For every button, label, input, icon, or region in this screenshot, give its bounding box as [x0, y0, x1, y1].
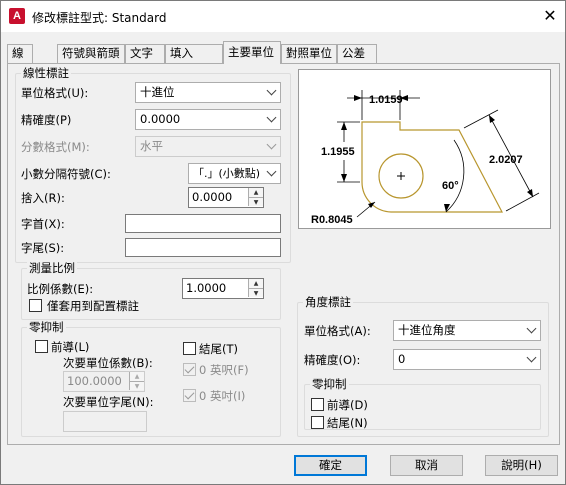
suffix-label: 字尾(S): — [21, 241, 65, 255]
leading-checkbox[interactable] — [35, 340, 48, 353]
unit-format-value: 十進位 — [140, 85, 175, 99]
sub-unit-factor-label: 次要單位係數(B): — [63, 356, 153, 370]
preview-shape-outline — [361, 121, 503, 213]
help-button[interactable]: 說明(H) — [485, 455, 558, 476]
spin-up-icon[interactable]: ▲ — [248, 279, 263, 288]
angular-trailing-checkbox[interactable] — [311, 416, 324, 429]
tab-symbols-arrows[interactable]: 符號與箭頭 — [57, 44, 125, 63]
dialog-window: A 修改標註型式: Standard ✕ 線 符號與箭頭 文字 填入 主要單位 … — [0, 0, 566, 485]
scale-factor-value: 1.0000 — [186, 281, 227, 295]
angular-leading-label: 前導(D) — [327, 398, 368, 412]
scale-factor-spinner[interactable]: 1.0000 ▲ ▼ — [182, 278, 264, 299]
round-off-spinner[interactable]: 0.0000 ▲ ▼ — [188, 187, 264, 208]
chevron-down-icon — [266, 166, 277, 177]
tab-lines[interactable]: 線 — [7, 44, 33, 63]
decimal-separator-label: 小數分隔符號(C): — [21, 167, 111, 181]
chevron-down-icon — [266, 85, 277, 96]
preview-angle: 60° — [442, 180, 459, 192]
round-off-value: 0.0000 — [192, 190, 233, 204]
zero-inches-checkbox[interactable] — [183, 389, 196, 402]
ok-button[interactable]: 確定 — [294, 455, 367, 476]
chevron-down-icon — [526, 323, 537, 334]
fraction-format-label: 分數格式(M): — [21, 140, 90, 154]
autocad-app-icon: A — [9, 8, 25, 24]
scale-factor-label: 比例係數(E): — [27, 282, 94, 296]
trailing-checkbox[interactable] — [183, 342, 196, 355]
precision-label: 精確度(P) — [21, 113, 72, 127]
title-bar: A 修改標註型式: Standard ✕ — [1, 1, 565, 32]
chevron-down-icon — [526, 352, 537, 363]
zero-suppression-label: 零抑制 — [27, 320, 66, 334]
fraction-format-value: 水平 — [140, 139, 163, 153]
sub-unit-factor-value: 100.0000 — [67, 374, 122, 388]
spin-up-icon[interactable]: ▲ — [129, 372, 144, 381]
spin-down-icon[interactable]: ▼ — [248, 288, 263, 297]
sub-unit-suffix-label: 次要單位字尾(N): — [63, 395, 154, 409]
round-off-label: 捨入(R): — [21, 191, 65, 205]
tab-fit[interactable]: 填入 — [165, 44, 223, 63]
leading-label: 前導(L) — [51, 340, 90, 354]
close-button[interactable]: ✕ — [539, 5, 561, 27]
preview-radius: R0.8045 — [311, 214, 353, 226]
preview-dim-left: 1.1955 — [321, 146, 355, 158]
prefix-input[interactable] — [125, 214, 281, 233]
unit-format-label: 單位格式(U): — [21, 86, 89, 100]
preview-dim-top: 1.0159 — [369, 94, 403, 106]
sub-unit-factor-spinner[interactable]: 100.0000 ▲ ▼ — [63, 371, 145, 392]
angular-unit-format-value: 十進位角度 — [398, 323, 456, 337]
unit-format-select[interactable]: 十進位 — [135, 82, 281, 103]
spin-down-icon[interactable]: ▼ — [248, 197, 263, 206]
angular-precision-value: 0 — [398, 352, 406, 366]
dimension-preview: 1.0159 1.1955 2.0207 60° R0.8045 — [298, 69, 551, 229]
suffix-input[interactable] — [125, 238, 281, 257]
zero-inches-label: 0 英吋(I) — [199, 389, 246, 403]
spin-up-icon[interactable]: ▲ — [248, 188, 263, 197]
angular-unit-format-label: 單位格式(A): — [304, 324, 371, 338]
tab-alternate-units[interactable]: 對照單位 — [281, 44, 337, 63]
window-title: 修改標註型式: Standard — [32, 11, 167, 25]
zero-feet-label: 0 英呎(F) — [199, 363, 249, 377]
angular-precision-select[interactable]: 0 — [393, 349, 541, 370]
angular-precision-label: 精確度(O): — [304, 353, 361, 367]
angular-unit-format-select[interactable]: 十進位角度 — [393, 320, 541, 341]
angular-group-label: 角度標註 — [303, 295, 353, 309]
decimal-separator-select[interactable]: 「.」(小數點) — [188, 163, 281, 184]
chevron-down-icon — [266, 139, 277, 150]
cancel-button[interactable]: 取消 — [390, 455, 463, 476]
preview-dim-right: 2.0207 — [489, 154, 523, 166]
layout-only-label: 僅套用到配置標註 — [47, 299, 139, 313]
tab-tolerances[interactable]: 公差 — [337, 44, 377, 63]
linear-group-label: 線性標註 — [21, 66, 71, 80]
angular-leading-checkbox[interactable] — [311, 398, 324, 411]
angular-zero-suppression-label: 零抑制 — [310, 377, 349, 391]
preview-drawing: 1.0159 1.1955 2.0207 60° R0.8045 — [311, 90, 540, 226]
precision-value: 0.0000 — [140, 112, 181, 126]
decimal-separator-value: 「.」(小數點) — [193, 167, 261, 180]
tab-text[interactable]: 文字 — [125, 44, 165, 63]
spin-down-icon[interactable]: ▼ — [129, 381, 144, 390]
trailing-label: 結尾(T) — [199, 342, 238, 356]
zero-feet-checkbox[interactable] — [183, 363, 196, 376]
tab-primary-units[interactable]: 主要單位 — [223, 41, 281, 64]
angular-trailing-label: 結尾(N) — [327, 416, 368, 430]
layout-only-checkbox[interactable] — [29, 299, 42, 312]
sub-unit-suffix-input[interactable] — [63, 411, 147, 432]
chevron-down-icon — [266, 112, 277, 123]
prefix-label: 字首(X): — [21, 217, 65, 231]
fraction-format-select[interactable]: 水平 — [135, 136, 281, 157]
measurement-scale-label: 測量比例 — [27, 261, 77, 275]
precision-select[interactable]: 0.0000 — [135, 109, 281, 130]
